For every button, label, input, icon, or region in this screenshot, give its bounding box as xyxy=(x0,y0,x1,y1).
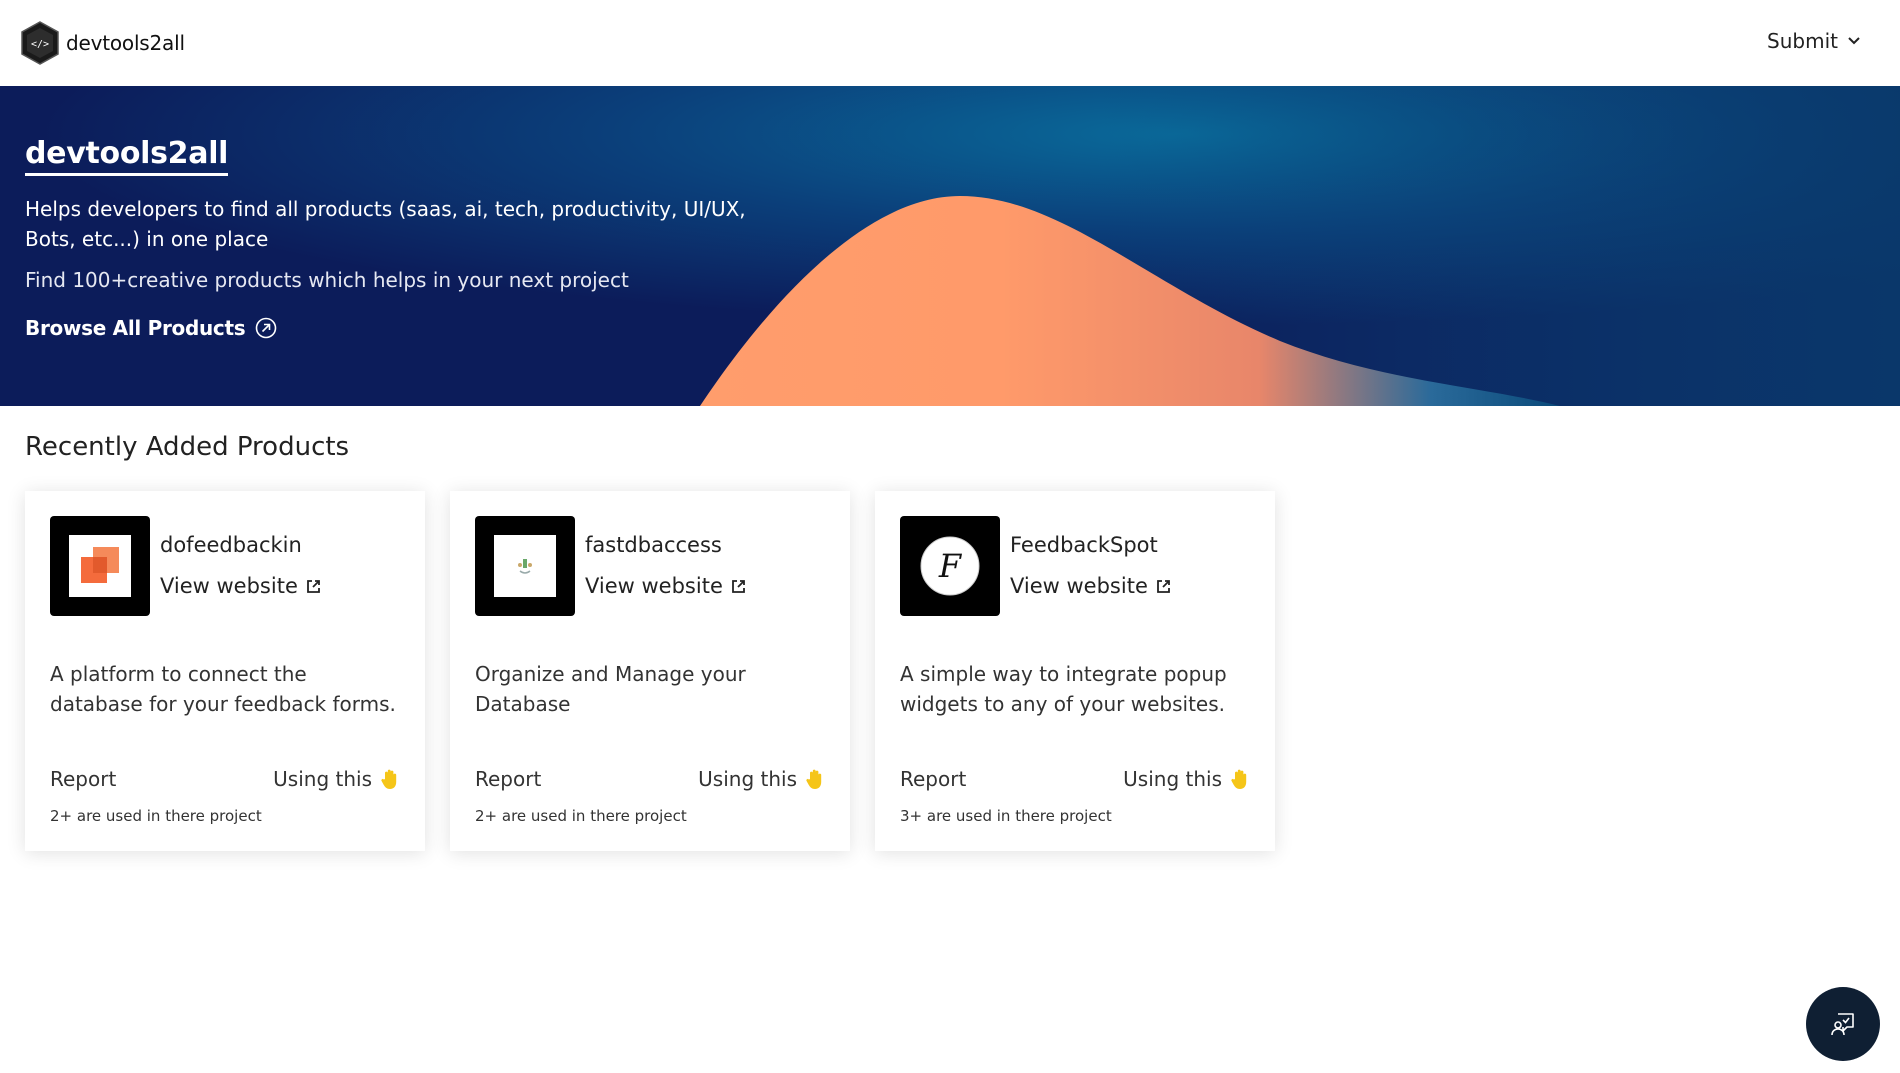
dofeedbackin-logo-icon xyxy=(69,535,131,597)
usage-count: 3+ are used in there project xyxy=(900,807,1112,825)
product-card[interactable]: F FeedbackSpot View website A simple way… xyxy=(875,491,1275,851)
product-name: FeedbackSpot xyxy=(1010,533,1158,557)
view-website-link[interactable]: View website xyxy=(585,574,746,598)
submit-dropdown[interactable]: Submit xyxy=(1767,29,1860,53)
browse-all-products-label: Browse All Products xyxy=(25,316,246,340)
usage-count: 2+ are used in there project xyxy=(50,807,262,825)
view-website-label: View website xyxy=(585,574,723,598)
report-button[interactable]: Report xyxy=(900,767,966,791)
product-name: fastdbaccess xyxy=(585,533,722,557)
chat-support-icon xyxy=(1831,1013,1854,1036)
feedbackspot-logo-icon: F xyxy=(920,536,980,596)
page: </> devtools2all Submit devtools2all Hel… xyxy=(0,0,1900,1073)
external-link-icon xyxy=(306,579,320,593)
view-website-link[interactable]: View website xyxy=(160,574,321,598)
raised-hand-icon xyxy=(1231,769,1247,789)
code-hexagon-icon: </> xyxy=(21,21,59,65)
section-title: Recently Added Products xyxy=(25,432,350,462)
using-this-button[interactable]: Using this xyxy=(1123,767,1250,791)
product-description: Organize and Manage your Database xyxy=(475,662,746,716)
raised-hand-icon xyxy=(381,769,397,789)
view-website-label: View website xyxy=(160,574,298,598)
svg-text:</>: </> xyxy=(31,39,49,50)
report-button[interactable]: Report xyxy=(50,767,116,791)
browse-all-products-link[interactable]: Browse All Products xyxy=(25,316,785,340)
product-logo: F xyxy=(900,516,1000,616)
product-logo xyxy=(50,516,150,616)
site-header: </> devtools2all Submit xyxy=(0,0,1900,86)
brand-name: devtools2all xyxy=(66,31,185,55)
arrow-up-right-circle-icon xyxy=(256,317,277,339)
submit-label: Submit xyxy=(1767,29,1838,53)
raised-hand-icon xyxy=(806,769,822,789)
usage-count: 2+ are used in there project xyxy=(475,807,687,825)
chat-support-button[interactable] xyxy=(1806,987,1880,1061)
view-website-link[interactable]: View website xyxy=(1010,574,1171,598)
using-this-label: Using this xyxy=(1123,767,1222,791)
product-card[interactable]: fastdbaccess View website Organize and M… xyxy=(450,491,850,851)
brand-link[interactable]: </> devtools2all xyxy=(18,20,185,66)
fastdbaccess-logo-icon xyxy=(494,535,556,597)
product-card[interactable]: dofeedbackin View website A platform to … xyxy=(25,491,425,851)
product-description: A platform to connect the database for y… xyxy=(50,662,396,716)
using-this-button[interactable]: Using this xyxy=(698,767,825,791)
external-link-icon xyxy=(731,579,745,593)
product-description: A simple way to integrate popup widgets … xyxy=(900,662,1227,716)
hero-subtitle: Find 100+creative products which helps i… xyxy=(25,268,629,292)
hero-banner: devtools2all Helps developers to find al… xyxy=(0,86,1900,406)
hero-title: devtools2all xyxy=(25,136,228,176)
report-button[interactable]: Report xyxy=(475,767,541,791)
using-this-button[interactable]: Using this xyxy=(273,767,400,791)
product-name: dofeedbackin xyxy=(160,533,302,557)
chevron-down-icon xyxy=(1848,37,1860,45)
product-card-list: dofeedbackin View website A platform to … xyxy=(25,491,1300,851)
using-this-label: Using this xyxy=(273,767,372,791)
hero-description: Helps developers to find all products (s… xyxy=(25,197,746,251)
view-website-label: View website xyxy=(1010,574,1148,598)
product-logo xyxy=(475,516,575,616)
using-this-label: Using this xyxy=(698,767,797,791)
svg-text:F: F xyxy=(938,547,963,585)
hero-content: devtools2all Helps developers to find al… xyxy=(25,136,785,340)
external-link-icon xyxy=(1156,579,1170,593)
